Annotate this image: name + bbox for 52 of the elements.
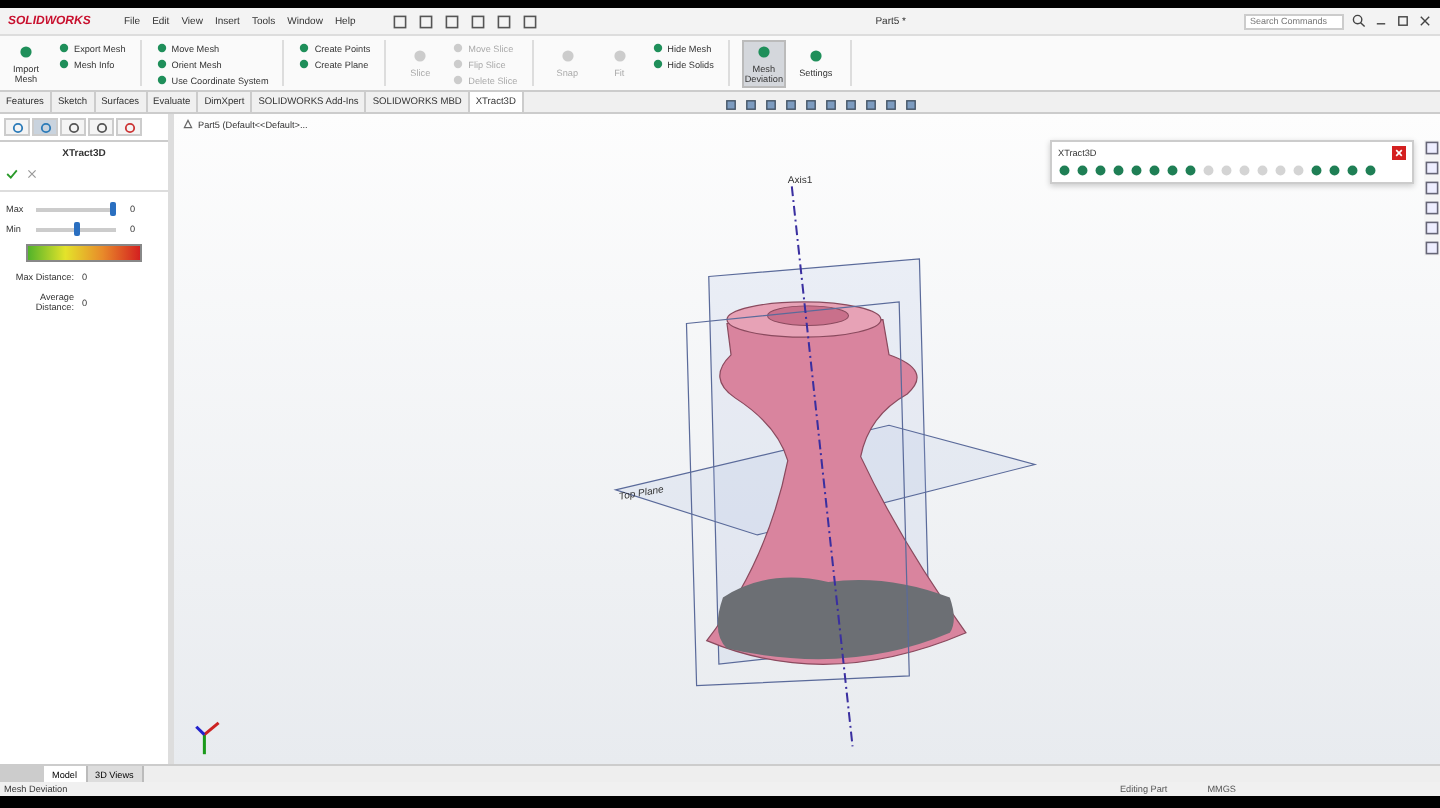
circle-icon bbox=[452, 74, 465, 86]
tool-icon[interactable] bbox=[1166, 164, 1179, 177]
search-icon[interactable] bbox=[1352, 14, 1366, 28]
circle-icon bbox=[452, 42, 465, 54]
tool-icon[interactable] bbox=[1094, 164, 1107, 177]
circle-icon bbox=[651, 58, 664, 70]
slider-handle[interactable] bbox=[109, 201, 115, 215]
tool-icon[interactable] bbox=[1112, 164, 1125, 177]
tool-icon[interactable] bbox=[1310, 164, 1323, 177]
circle-icon bbox=[412, 48, 429, 65]
color-scale bbox=[26, 244, 142, 262]
tool-icon[interactable] bbox=[1184, 164, 1197, 177]
panel-tab[interactable] bbox=[88, 118, 114, 136]
ring-icon bbox=[123, 122, 135, 134]
ok-icon[interactable] bbox=[6, 168, 18, 180]
circle-icon bbox=[559, 48, 576, 65]
ring-icon bbox=[11, 122, 23, 134]
circle-icon bbox=[755, 43, 772, 60]
circle-icon bbox=[298, 58, 311, 70]
circle-icon bbox=[155, 58, 168, 70]
slider-handle[interactable] bbox=[73, 221, 79, 235]
tool-icon[interactable] bbox=[1364, 164, 1377, 177]
maximize-icon[interactable] bbox=[1396, 14, 1410, 28]
tool-icon[interactable] bbox=[1076, 164, 1089, 177]
close-icon bbox=[1392, 146, 1406, 160]
circle-icon bbox=[58, 42, 70, 54]
circle-icon bbox=[155, 42, 168, 54]
tool-icon[interactable] bbox=[1058, 164, 1071, 177]
ring-icon bbox=[67, 122, 79, 134]
circle-icon bbox=[807, 48, 824, 65]
tool-icon[interactable] bbox=[1148, 164, 1161, 177]
circle-icon bbox=[298, 42, 311, 54]
panel-tab[interactable] bbox=[4, 118, 30, 136]
circle-icon bbox=[611, 48, 628, 65]
close-button[interactable] bbox=[1392, 146, 1406, 160]
part-icon bbox=[182, 118, 194, 130]
panel-tab[interactable] bbox=[116, 118, 142, 136]
cancel-icon[interactable] bbox=[26, 168, 38, 180]
circle-icon bbox=[58, 58, 70, 70]
circle-icon bbox=[155, 74, 168, 86]
tool-icon[interactable] bbox=[1346, 164, 1359, 177]
panel-tab[interactable] bbox=[60, 118, 86, 136]
tool-icon[interactable] bbox=[1130, 164, 1143, 177]
circle-icon bbox=[452, 58, 465, 70]
ring-icon bbox=[95, 122, 107, 134]
tool-icon[interactable] bbox=[1328, 164, 1341, 177]
circle-icon bbox=[18, 43, 34, 60]
close-icon[interactable] bbox=[1418, 14, 1432, 28]
circle-icon bbox=[651, 42, 664, 54]
panel-tab[interactable] bbox=[32, 118, 58, 136]
ring-icon bbox=[39, 122, 51, 134]
axis-triad-icon bbox=[195, 721, 220, 755]
